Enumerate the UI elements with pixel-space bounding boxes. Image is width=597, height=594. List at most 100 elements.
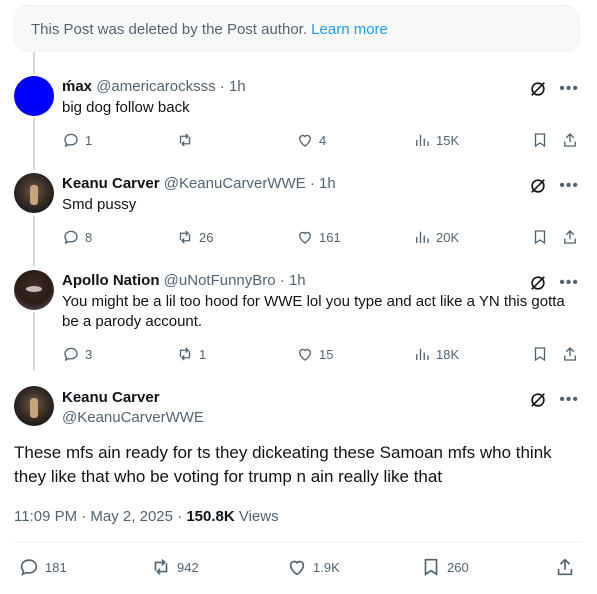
views-button[interactable]: 15K [413, 131, 459, 149]
reply-button[interactable]: 1 [62, 131, 92, 149]
reply-post[interactable]: Keanu Carver @KeanuCarverWWE · 1h ••• Sm… [0, 171, 597, 261]
learn-more-link[interactable]: Learn more [311, 21, 388, 38]
post-actions: 3 1 15 18K [62, 345, 582, 365]
repost-button[interactable] [176, 131, 199, 149]
like-button[interactable]: 4 [296, 131, 326, 149]
post-header: Apollo Nation @uNotFunnyBro · 1h [62, 272, 306, 289]
share-icon [564, 133, 576, 147]
main-post-actions: 181 942 1.9K 260 [14, 556, 583, 580]
post-header: ḿax @americarocksss · 1h [62, 78, 246, 95]
like-count: 15 [319, 346, 334, 362]
post-time[interactable]: · 1h [310, 175, 336, 192]
reply-count: 181 [45, 559, 67, 575]
reply-icon [64, 230, 78, 245]
main-post-meta: 11:09 PM · May 2, 2025 · 150.8K Views [14, 508, 279, 525]
post-actions: 8 26 161 20K [62, 228, 582, 248]
reply-button[interactable]: 181 [18, 556, 67, 578]
post-actions: 1 4 15K [62, 131, 582, 151]
like-count: 1.9K [313, 559, 340, 575]
main-post-avatar[interactable] [14, 386, 54, 426]
reply-post[interactable]: Apollo Nation @uNotFunnyBro · 1h ••• You… [0, 268, 597, 368]
heart-icon [299, 348, 311, 361]
grok-icon[interactable] [529, 391, 547, 409]
display-name[interactable]: Apollo Nation [62, 272, 160, 289]
main-post-handle[interactable]: @KeanuCarverWWE [62, 409, 204, 426]
views-count: 18K [436, 346, 460, 362]
reply-count: 1 [85, 132, 93, 148]
share-button[interactable] [561, 228, 579, 246]
reply-icon [64, 133, 78, 148]
post-top-icons: ••• [529, 274, 579, 292]
reply-button[interactable]: 8 [62, 228, 92, 246]
more-icon[interactable]: ••• [559, 392, 579, 408]
main-post-text: These mfs ain ready for ts they dickeati… [14, 443, 552, 486]
post-text: Smd pussy [62, 196, 137, 213]
bookmark-button[interactable] [531, 228, 549, 246]
repost-count: 26 [199, 229, 214, 245]
post-time[interactable]: · 1h [220, 78, 246, 95]
avatar[interactable] [14, 270, 54, 310]
post-timestamp[interactable]: 11:09 PM · May 2, 2025 · [14, 508, 182, 525]
avatar[interactable] [14, 76, 54, 116]
grok-icon[interactable] [529, 177, 547, 195]
bookmark-button[interactable]: 260 [420, 556, 469, 578]
main-post-top-icons: ••• [529, 391, 579, 409]
deleted-post-notice: This Post was deleted by the Post author… [14, 5, 580, 52]
reply-icon [64, 347, 78, 362]
share-icon [564, 230, 576, 244]
heart-icon [299, 231, 311, 244]
views-count: 15K [436, 132, 460, 148]
views-button[interactable]: 18K [413, 345, 459, 363]
display-name[interactable]: Keanu Carver [62, 175, 160, 192]
repost-icon [179, 230, 191, 244]
views-icon [416, 134, 429, 146]
views-total: 150.8K [186, 508, 235, 525]
share-icon [557, 558, 573, 576]
views-button[interactable]: 20K [413, 228, 459, 246]
more-icon[interactable]: ••• [559, 275, 579, 291]
views-icon [416, 231, 429, 243]
post-top-icons: ••• [529, 177, 579, 195]
bookmark-icon [534, 133, 546, 148]
bookmark-button[interactable] [531, 345, 549, 363]
thread-line [33, 52, 35, 74]
repost-icon [179, 133, 191, 147]
user-handle[interactable]: @americarocksss [96, 78, 215, 95]
like-count: 161 [319, 229, 341, 245]
post-time[interactable]: · 1h [280, 272, 306, 289]
divider [14, 542, 583, 543]
reply-button[interactable]: 3 [62, 345, 92, 363]
avatar[interactable] [14, 173, 54, 213]
post-header: Keanu Carver @KeanuCarverWWE · 1h [62, 175, 336, 192]
reply-count: 3 [85, 346, 93, 362]
like-button[interactable]: 15 [296, 345, 333, 363]
post-top-icons: ••• [529, 80, 579, 98]
reply-icon [20, 559, 38, 576]
share-button[interactable] [561, 131, 579, 149]
more-icon[interactable]: ••• [559, 178, 579, 194]
repost-icon [179, 347, 191, 361]
share-button[interactable] [561, 345, 579, 363]
display-name[interactable]: ḿax [62, 78, 92, 95]
more-icon[interactable]: ••• [559, 81, 579, 97]
post-text: big dog follow back [62, 99, 190, 116]
share-button[interactable] [554, 556, 576, 578]
user-handle[interactable]: @uNotFunnyBro [164, 272, 276, 289]
like-button[interactable]: 1.9K [286, 556, 340, 578]
views-count: 20K [436, 229, 460, 245]
repost-count: 942 [177, 559, 199, 575]
repost-button[interactable]: 942 [150, 556, 199, 578]
user-handle[interactable]: @KeanuCarverWWE [164, 175, 306, 192]
views-icon [416, 348, 429, 360]
grok-icon[interactable] [529, 274, 547, 292]
bookmark-icon [534, 347, 546, 362]
views-label: Views [238, 508, 279, 525]
reply-post[interactable]: ḿax @americarocksss · 1h ••• big dog fol… [0, 74, 597, 164]
repost-button[interactable]: 26 [176, 228, 213, 246]
main-post-display-name[interactable]: Keanu Carver [62, 389, 160, 406]
repost-button[interactable]: 1 [176, 345, 206, 363]
like-count: 4 [319, 132, 327, 148]
bookmark-button[interactable] [531, 131, 549, 149]
like-button[interactable]: 161 [296, 228, 341, 246]
grok-icon[interactable] [529, 80, 547, 98]
